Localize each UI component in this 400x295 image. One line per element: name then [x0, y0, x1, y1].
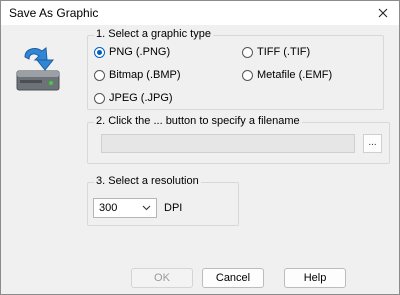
save-to-drive-icon — [16, 47, 60, 91]
save-as-graphic-dialog: Save As Graphic 1. Select a graphic type… — [0, 0, 400, 295]
filename-field[interactable] — [101, 134, 355, 153]
chevron-down-icon — [142, 205, 151, 211]
browse-button[interactable]: ... — [363, 134, 382, 153]
radio-tiff[interactable]: TIFF (.TIF) — [242, 46, 310, 58]
radio-bitmap[interactable]: Bitmap (.BMP) — [94, 69, 181, 81]
radio-metafile[interactable]: Metafile (.EMF) — [242, 69, 332, 81]
title-bar: Save As Graphic — [1, 1, 399, 25]
close-button[interactable] — [367, 1, 399, 25]
help-button[interactable]: Help — [284, 268, 346, 288]
resolution-select[interactable]: 300 — [93, 198, 157, 218]
radio-tiff-label: TIFF (.TIF) — [257, 46, 311, 58]
resolution-legend: 3. Select a resolution — [94, 175, 201, 187]
radio-bitmap-indicator[interactable] — [94, 69, 105, 81]
radio-jpeg-indicator[interactable] — [94, 92, 105, 104]
radio-png-label: PNG (.PNG) — [109, 46, 171, 58]
window-title: Save As Graphic — [9, 6, 99, 20]
radio-png[interactable]: PNG (.PNG) — [94, 46, 170, 58]
radio-jpeg[interactable]: JPEG (.JPG) — [94, 92, 173, 104]
graphic-type-legend: 1. Select a graphic type — [94, 28, 213, 40]
radio-tiff-indicator[interactable] — [242, 46, 253, 58]
radio-metafile-label: Metafile (.EMF) — [257, 69, 333, 81]
radio-png-indicator[interactable] — [94, 46, 105, 58]
resolution-unit: DPI — [164, 202, 183, 214]
radio-metafile-indicator[interactable] — [242, 69, 253, 81]
ok-button[interactable]: OK — [131, 268, 193, 288]
close-icon — [378, 8, 388, 18]
cancel-button[interactable]: Cancel — [202, 268, 264, 288]
radio-bitmap-label: Bitmap (.BMP) — [109, 69, 181, 81]
resolution-value: 300 — [99, 202, 118, 214]
radio-jpeg-label: JPEG (.JPG) — [109, 92, 173, 104]
filename-legend: 2. Click the ... button to specify a fil… — [94, 115, 302, 127]
